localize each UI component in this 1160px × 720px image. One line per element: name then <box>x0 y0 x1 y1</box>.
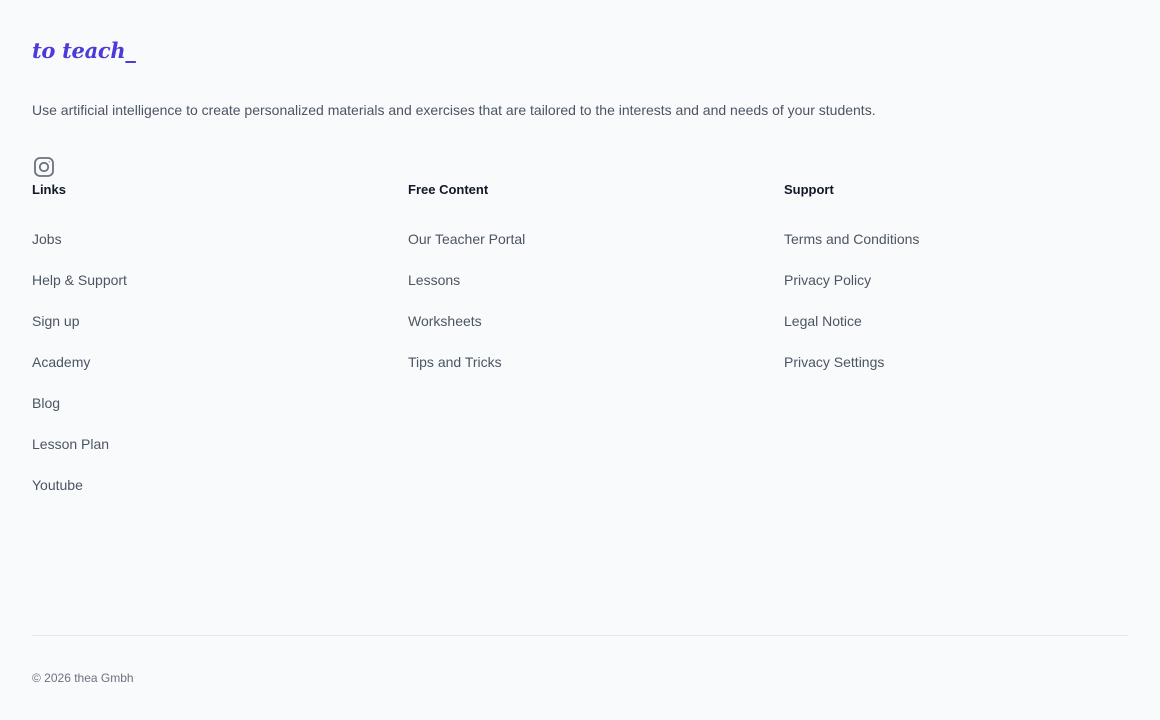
instagram-icon <box>34 157 54 177</box>
footer-link-privacy-settings[interactable]: Privacy Settings <box>784 354 884 370</box>
links-column: Links Jobs Help & Support Sign up Academ… <box>32 182 372 518</box>
footer-link-teacher-portal[interactable]: Our Teacher Portal <box>408 231 525 247</box>
site-footer: to teach_ Use artificial intelligence to… <box>0 0 1160 720</box>
footer-link-help-support[interactable]: Help & Support <box>32 272 127 288</box>
footer-link-legal-notice[interactable]: Legal Notice <box>784 313 862 329</box>
column-heading: Links <box>32 182 66 197</box>
footer-link-worksheets[interactable]: Worksheets <box>408 313 482 329</box>
brand-tagline: Use artificial intelligence to create pe… <box>32 102 876 118</box>
footer-link-terms[interactable]: Terms and Conditions <box>784 231 919 247</box>
footer-link-jobs[interactable]: Jobs <box>32 231 62 247</box>
footer-link-lessons[interactable]: Lessons <box>408 272 460 288</box>
free-content-column: Free Content Our Teacher Portal Lessons … <box>408 182 748 395</box>
column-heading: Free Content <box>408 182 489 197</box>
support-column: Support Terms and Conditions Privacy Pol… <box>784 182 1124 395</box>
footer-link-lesson-plan[interactable]: Lesson Plan <box>32 436 109 452</box>
footer-link-blog[interactable]: Blog <box>32 395 60 411</box>
links-list: Jobs Help & Support Sign up Academy Blog… <box>32 231 372 518</box>
free-content-list: Our Teacher Portal Lessons Worksheets Ti… <box>408 231 748 395</box>
instagram-link[interactable] <box>32 155 56 179</box>
copyright-text: © 2026 thea Gmbh <box>32 671 134 685</box>
footer-link-sign-up[interactable]: Sign up <box>32 313 79 329</box>
brand-logo[interactable]: to teach_ <box>32 38 136 63</box>
footer-link-youtube[interactable]: Youtube <box>32 477 83 493</box>
footer-divider <box>32 635 1128 636</box>
footer-link-academy[interactable]: Academy <box>32 354 90 370</box>
column-heading: Support <box>784 182 834 197</box>
support-list: Terms and Conditions Privacy Policy Lega… <box>784 231 1124 395</box>
footer-link-tips-and-tricks[interactable]: Tips and Tricks <box>408 354 502 370</box>
footer-link-privacy-policy[interactable]: Privacy Policy <box>784 272 871 288</box>
